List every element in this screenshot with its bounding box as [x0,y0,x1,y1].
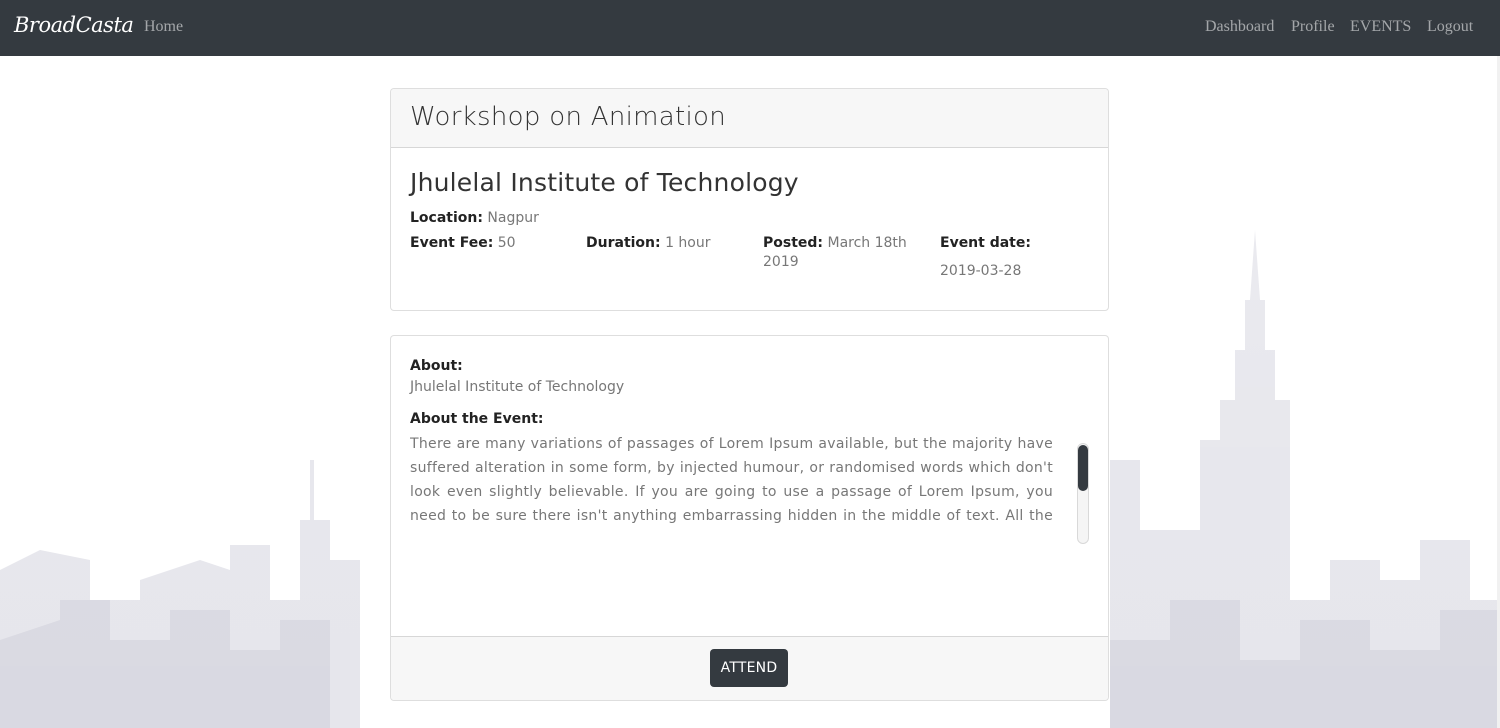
event-description-scroll[interactable]: There are many variations of passages of… [410,432,1089,532]
event-card-body: Jhulelal Institute of Technology Locatio… [391,148,1108,304]
event-date-label: Event date: [940,235,1031,251]
about-card-footer: ATTEND [391,636,1108,700]
brand-logo[interactable]: BroadCasta [14,13,134,37]
about-card-body: About: Jhulelal Institute of Technology … [391,336,1108,532]
location-label: Location: [410,210,483,226]
event-card-header: Workshop on Animation [391,89,1108,148]
duration-label: Duration: [586,235,661,251]
event-date-field: Event date: 2019-03-28 [940,234,1110,281]
posted-label: Posted: [763,235,824,251]
event-description: There are many variations of passages of… [410,436,1053,524]
attend-button[interactable]: ATTEND [710,649,788,687]
institute-name: Jhulelal Institute of Technology [410,168,799,197]
event-date-value: 2019-03-28 [940,263,1022,279]
description-scrollbar[interactable] [1077,443,1089,544]
location-value: Nagpur [487,210,539,226]
nav-dashboard-link[interactable]: Dashboard [1205,18,1274,36]
about-event-section: About the Event: There are many variatio… [410,411,1089,532]
event-fee-value: 50 [497,235,516,251]
event-details-card: Workshop on Animation Jhulelal Institute… [390,88,1109,311]
about-section: About: Jhulelal Institute of Technology [410,358,1089,395]
posted-field: Posted: March 18th 2019 [763,234,913,272]
nav-events-link[interactable]: EVENTS [1350,18,1411,36]
event-fee-field: Event Fee: 50 [410,234,580,253]
location-row: Location: Nagpur [410,210,1089,226]
about-event-label: About the Event: [410,411,544,427]
nav-logout-link[interactable]: Logout [1427,18,1473,36]
event-meta-grid: Event Fee: 50 Duration: 1 hour Posted: M… [410,234,1089,284]
about-value: Jhulelal Institute of Technology [410,379,625,395]
event-fee-label: Event Fee: [410,235,494,251]
about-card: About: Jhulelal Institute of Technology … [390,335,1109,701]
duration-field: Duration: 1 hour [586,234,756,253]
nav-profile-link[interactable]: Profile [1291,18,1335,36]
description-scroll-thumb[interactable] [1078,445,1088,491]
about-label: About: [410,358,463,374]
duration-value: 1 hour [665,235,711,251]
top-navbar: BroadCasta Home Dashboard Profile EVENTS… [0,0,1500,56]
nav-home-link[interactable]: Home [144,18,183,36]
event-title: Workshop on Animation [410,102,727,132]
